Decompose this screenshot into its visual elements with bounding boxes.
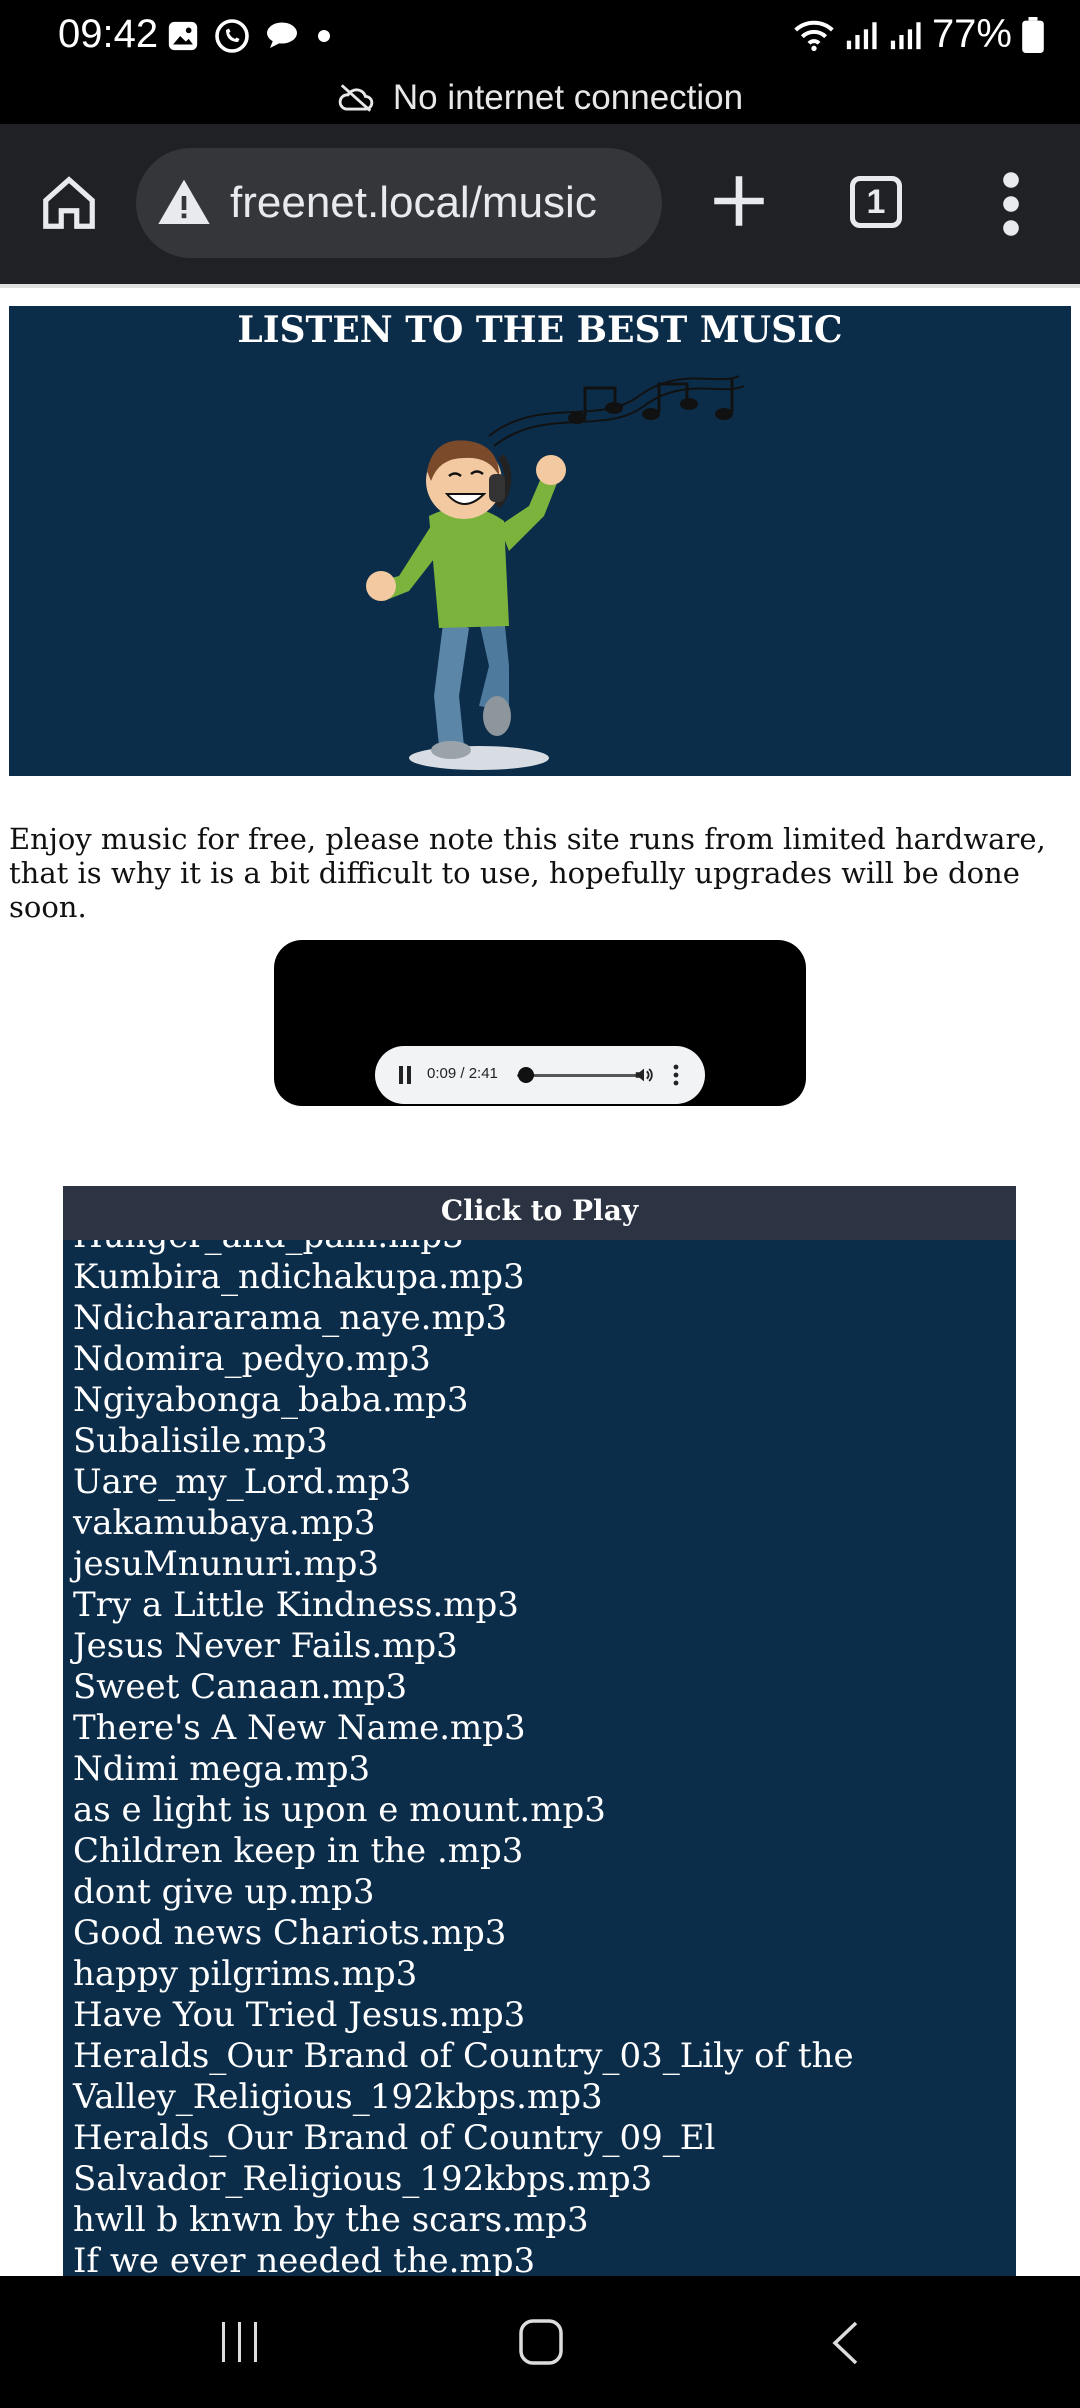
battery-icon	[1022, 16, 1044, 53]
playlist-item[interactable]: There's A New Name.mp3	[73, 1708, 854, 1749]
volume-icon[interactable]	[633, 1064, 655, 1086]
playback-time: 0:09 / 2:41	[427, 1065, 498, 1082]
playlist-item[interactable]: Heralds_Our Brand of Country_03_Lily of …	[73, 2036, 854, 2077]
status-bar: 09:42 77%	[0, 0, 1080, 72]
wifi-icon	[794, 20, 834, 51]
playlist-header: Click to Play	[63, 1186, 1016, 1240]
playlist-item[interactable]: Good news Chariots.mp3	[73, 1913, 854, 1954]
playlist-item[interactable]: Try a Little Kindness.mp3	[73, 1585, 854, 1626]
gallery-icon	[168, 21, 198, 51]
playlist-item[interactable]: If we ever needed the.mp3	[73, 2241, 854, 2276]
battery-percent: 77%	[931, 12, 1012, 56]
playlist-item[interactable]: Sweet Canaan.mp3	[73, 1667, 854, 1708]
intro-text: Enjoy music for free, please note this s…	[9, 822, 1046, 924]
new-tab-icon[interactable]	[706, 168, 772, 234]
audio-controls[interactable]: 0:09 / 2:41	[375, 1046, 705, 1104]
playlist-item[interactable]: Ndimi mega.mp3	[73, 1749, 854, 1790]
playlist-item[interactable]: Salvador_Religious_192kbps.mp3	[73, 2159, 854, 2200]
playlist-item[interactable]: Children keep in the .mp3	[73, 1831, 854, 1872]
signal-icon	[846, 21, 877, 49]
tab-switcher-button[interactable]: 1	[850, 176, 902, 228]
seek-knob[interactable]	[517, 1067, 534, 1083]
toolbar-divider	[0, 284, 1080, 288]
whatsapp-icon	[215, 19, 249, 53]
playlist-item[interactable]: Jesus Never Fails.mp3	[73, 1626, 854, 1667]
tab-count: 1	[866, 182, 886, 221]
dot-icon	[318, 30, 330, 42]
playlist-item[interactable]: Kumbira_ndichakupa.mp3	[73, 1257, 854, 1298]
back-icon[interactable]	[830, 2320, 860, 2366]
hero-banner: LISTEN TO THE BEST MUSIC	[9, 306, 1071, 776]
pause-icon[interactable]	[399, 1066, 411, 1084]
playlist[interactable]: Click to Play Hunger_and_pain.mp3Kumbira…	[63, 1186, 1016, 2276]
playlist-item[interactable]: Ndichararama_naye.mp3	[73, 1298, 854, 1339]
status-time: 09:42	[58, 12, 159, 56]
playlist-items: Hunger_and_pain.mp3Kumbira_ndichakupa.mp…	[73, 1216, 854, 2276]
playlist-item[interactable]: happy pilgrims.mp3	[73, 1954, 854, 1995]
cloud-off-icon	[338, 84, 374, 112]
home-nav-icon[interactable]	[518, 2318, 564, 2366]
playlist-item[interactable]: Ngiyabonga_baba.mp3	[73, 1380, 854, 1421]
system-nav-bar	[0, 2276, 1080, 2408]
network-banner: No internet connection	[0, 72, 1080, 124]
seek-bar[interactable]	[517, 1074, 639, 1077]
notification-icons	[166, 18, 334, 54]
address-bar[interactable]: freenet.local/music	[136, 148, 662, 258]
playlist-item[interactable]: Uare_my_Lord.mp3	[73, 1462, 854, 1503]
signal-icon-2	[890, 21, 921, 49]
system-status: 77%	[794, 12, 1044, 57]
playlist-item[interactable]: Have You Tried Jesus.mp3	[73, 1995, 854, 2036]
playlist-item[interactable]: Ndomira_pedyo.mp3	[73, 1339, 854, 1380]
playlist-item[interactable]: jesuMnunuri.mp3	[73, 1544, 854, 1585]
more-options-icon[interactable]	[996, 166, 1026, 242]
browser-toolbar: freenet.local/music 1	[0, 124, 1080, 284]
player-menu-icon[interactable]	[673, 1064, 679, 1086]
recent-apps-icon[interactable]	[220, 2320, 260, 2364]
playlist-item[interactable]: dont give up.mp3	[73, 1872, 854, 1913]
warning-icon[interactable]	[156, 175, 212, 231]
home-icon[interactable]	[38, 172, 100, 234]
url-text[interactable]: freenet.local/music	[230, 178, 597, 228]
network-banner-text: No internet connection	[392, 78, 744, 117]
playlist-item[interactable]: vakamubaya.mp3	[73, 1503, 854, 1544]
page-title: LISTEN TO THE BEST MUSIC	[237, 309, 843, 351]
playlist-item[interactable]: as e light is upon e mount.mp3	[73, 1790, 854, 1831]
chat-bubble-icon	[267, 22, 297, 48]
playlist-item[interactable]: Valley_Religious_192kbps.mp3	[73, 2077, 854, 2118]
playlist-item[interactable]: Heralds_Our Brand of Country_09_El	[73, 2118, 854, 2159]
playlist-item[interactable]: hwll b knwn by the scars.mp3	[73, 2200, 854, 2241]
playlist-item[interactable]: Subalisile.mp3	[73, 1421, 854, 1462]
dancing-man-illustration	[366, 375, 745, 770]
